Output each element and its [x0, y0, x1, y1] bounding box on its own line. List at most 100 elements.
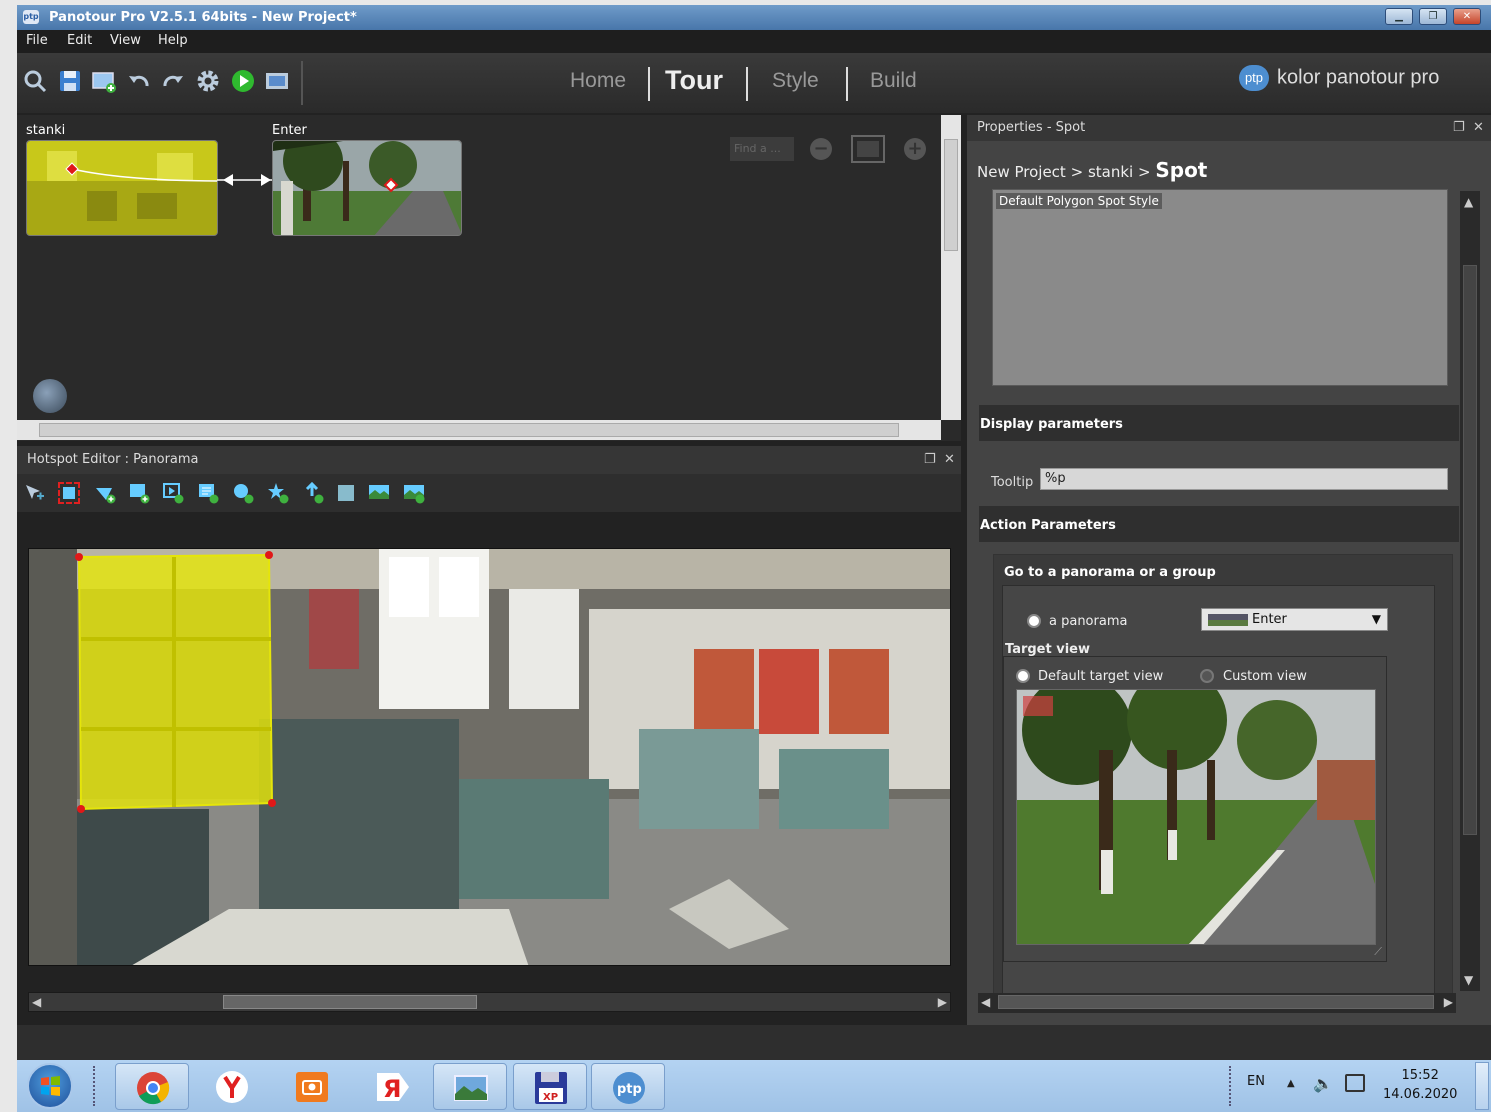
close-button[interactable]: ✕ [1453, 8, 1481, 25]
add-arrow-spot-icon[interactable] [302, 481, 324, 504]
play-icon[interactable] [230, 68, 256, 94]
publish-icon[interactable] [264, 68, 290, 94]
menu-edit[interactable]: Edit [67, 33, 92, 48]
add-panorama-icon[interactable] [91, 68, 117, 94]
add-text-spot-icon[interactable] [197, 482, 219, 504]
add-polygon-icon[interactable] [94, 482, 116, 504]
taskbar-app-screenshot[interactable] [275, 1063, 349, 1110]
search-tour-icon[interactable] [22, 68, 48, 94]
select-move-icon[interactable] [23, 482, 45, 504]
spot-style-list[interactable]: Default Polygon Spot Style [992, 189, 1448, 386]
menu-file[interactable]: File [26, 33, 48, 48]
minimize-button[interactable]: ▁ [1385, 8, 1413, 25]
taskbar-app-yandex[interactable]: Я [355, 1063, 429, 1110]
find-input[interactable]: Find a ... [730, 137, 794, 161]
properties-vertical-scrollbar[interactable]: ▲ ▼ [1460, 191, 1480, 991]
panorama-select[interactable]: Enter ▼ [1201, 608, 1388, 631]
node-label-enter: Enter [272, 123, 307, 138]
float-panel-icon[interactable]: ❐ [924, 446, 936, 474]
close-panel-icon[interactable]: ✕ [1473, 115, 1484, 141]
graph-horizontal-scrollbar[interactable] [17, 420, 941, 440]
panorama-link-icon[interactable] [368, 482, 390, 504]
resize-grip-icon[interactable]: ⟋ [1374, 945, 1382, 959]
radio-custom-view[interactable] [1200, 669, 1214, 683]
language-indicator[interactable]: EN [1247, 1074, 1265, 1089]
add-panorama-link-icon[interactable] [403, 482, 425, 504]
panorama-horizontal-scrollbar[interactable]: ◀ ▶ [28, 992, 951, 1012]
nav-separator [846, 67, 848, 101]
menu-bar: File Edit View Help [17, 30, 1491, 53]
goto-group: Go to a panorama or a group a panorama E… [993, 554, 1453, 995]
scroll-right-icon[interactable]: ▶ [938, 995, 947, 1009]
style-list-item[interactable]: Default Polygon Spot Style [996, 193, 1162, 209]
scroll-thumb[interactable] [1463, 265, 1477, 835]
hotspot-editor-title: Hotspot Editor : Panorama [27, 452, 199, 467]
maximize-button[interactable]: ❐ [1419, 8, 1447, 25]
volume-icon[interactable]: 🔈 [1313, 1074, 1333, 1093]
taskbar-app-chrome[interactable] [115, 1063, 189, 1110]
radio-default-target[interactable] [1016, 669, 1030, 683]
breadcrumb-panorama[interactable]: stanki [1088, 163, 1133, 181]
panorama-thumb-icon [1208, 614, 1248, 626]
menu-view[interactable]: View [110, 33, 141, 48]
taskbar-app-xp-floppy[interactable]: XP [513, 1063, 587, 1110]
network-icon[interactable] [1345, 1074, 1365, 1092]
panorama-node-stanki[interactable] [26, 140, 218, 236]
properties-header: Properties - Spot ❐ ✕ [967, 115, 1491, 141]
add-video-spot-icon[interactable] [162, 482, 184, 504]
yandex-icon: Я [377, 1073, 409, 1103]
settings-icon[interactable] [195, 68, 221, 94]
globe-icon[interactable] [33, 379, 67, 413]
taskbar-app-panotour[interactable]: ptp [591, 1063, 665, 1110]
tooltip-label: Tooltip [991, 475, 1034, 490]
zoom-in-icon[interactable]: + [904, 138, 926, 160]
clock-date: 14.06.2020 [1383, 1087, 1458, 1102]
target-view-preview[interactable] [1016, 689, 1376, 945]
tab-style[interactable]: Style [772, 69, 819, 93]
save-icon[interactable] [57, 68, 83, 94]
display-params-heading: Display parameters [979, 405, 1459, 441]
radio-panorama[interactable] [1027, 614, 1041, 628]
panorama-canvas[interactable] [28, 548, 951, 966]
clock-time: 15:52 [1401, 1068, 1439, 1083]
scroll-thumb[interactable] [39, 423, 899, 437]
close-panel-icon[interactable]: ✕ [944, 446, 955, 474]
zoom-out-icon[interactable]: − [810, 138, 832, 160]
properties-panel: Properties - Spot ❐ ✕ New Project > stan… [967, 115, 1491, 1035]
panorama-node-enter[interactable] [272, 140, 462, 236]
redo-icon[interactable] [160, 68, 186, 94]
scroll-up-icon[interactable]: ▲ [1464, 195, 1473, 209]
taskbar-grip [93, 1066, 101, 1106]
show-desktop-button[interactable] [1475, 1062, 1489, 1110]
add-point-spot-icon[interactable] [232, 482, 254, 504]
add-rectangle-icon[interactable] [335, 482, 357, 504]
scroll-down-icon[interactable]: ▼ [1464, 973, 1473, 987]
undo-icon[interactable] [126, 68, 152, 94]
scroll-thumb[interactable] [998, 995, 1434, 1009]
taskbar: Я XP ptp EN ▲ 🔈 15:52 14.06.2020 [17, 1060, 1491, 1112]
tab-tour[interactable]: Tour [665, 65, 723, 96]
float-panel-icon[interactable]: ❐ [1453, 115, 1465, 141]
add-image-spot-icon[interactable] [128, 482, 150, 504]
fit-view-icon[interactable] [850, 134, 886, 164]
menu-help[interactable]: Help [158, 33, 188, 48]
tab-build[interactable]: Build [870, 69, 917, 93]
properties-horizontal-scrollbar[interactable]: ◀ ▶ [978, 993, 1456, 1013]
tab-home[interactable]: Home [570, 69, 626, 93]
polygon-select-icon[interactable] [58, 482, 80, 504]
scroll-thumb[interactable] [223, 995, 477, 1009]
graph-vertical-scrollbar[interactable] [941, 115, 961, 420]
taskbar-app-yandex-browser[interactable] [195, 1063, 269, 1110]
start-button[interactable] [27, 1063, 73, 1109]
add-star-spot-icon[interactable] [267, 482, 289, 504]
scroll-right-icon[interactable]: ▶ [1444, 995, 1453, 1009]
tray-expand-icon[interactable]: ▲ [1287, 1078, 1295, 1089]
clock[interactable]: 15:52 14.06.2020 [1383, 1066, 1457, 1104]
tooltip-input[interactable]: %p [1040, 468, 1448, 490]
scroll-left-icon[interactable]: ◀ [981, 995, 990, 1009]
taskbar-app-image-viewer[interactable] [433, 1063, 507, 1110]
brand-text: kolor panotour pro [1277, 66, 1440, 89]
breadcrumb-project[interactable]: New Project [977, 163, 1066, 181]
scroll-thumb[interactable] [944, 139, 958, 251]
scroll-left-icon[interactable]: ◀ [32, 995, 41, 1009]
